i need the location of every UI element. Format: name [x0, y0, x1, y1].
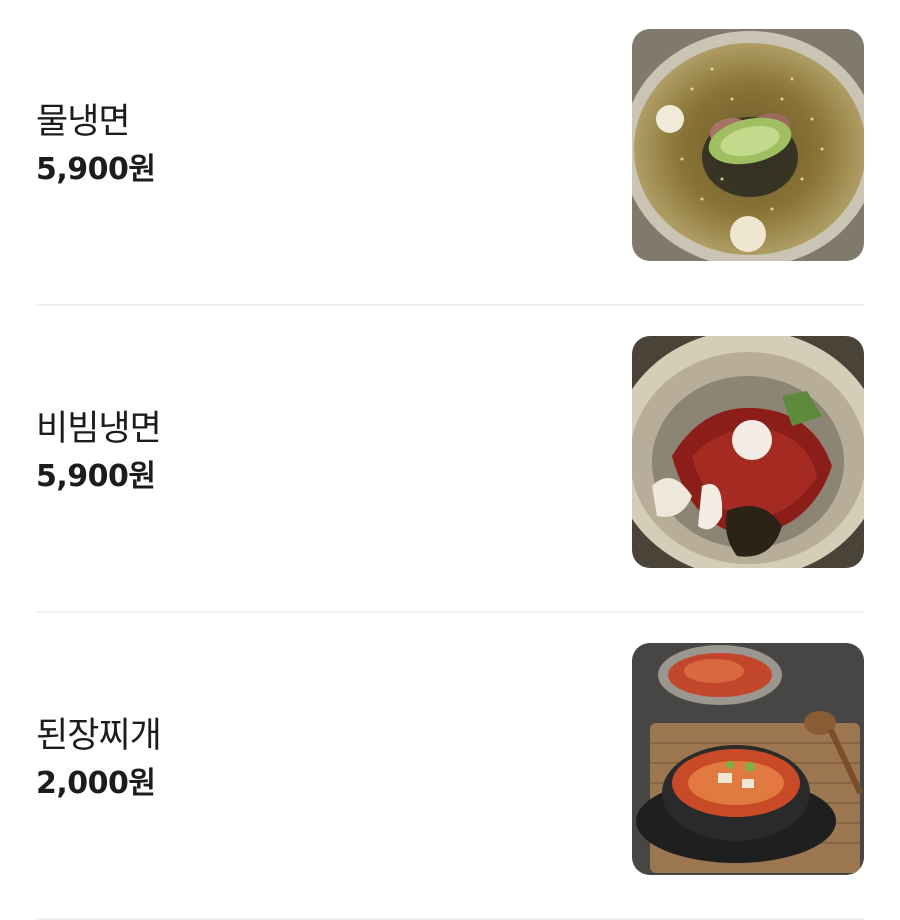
menu-item-text: 된장찌개 2,000원: [36, 614, 162, 904]
menu-item-name: 된장찌개: [36, 716, 162, 756]
doenjang-jjigae-photo[interactable]: [632, 643, 864, 875]
menu-item-text: 비빔냉면 5,900원: [36, 307, 162, 597]
menu-item-name: 비빔냉면: [36, 409, 162, 449]
menu-item-name: 물냉면: [36, 102, 131, 142]
menu-item-price: 5,900원: [36, 152, 156, 187]
menu-item-text: 물냉면 5,900원: [36, 0, 156, 290]
mul-naengmyeon-photo[interactable]: [632, 29, 864, 261]
menu-item-price: 2,000원: [36, 766, 156, 801]
divider: [36, 611, 864, 613]
bibim-naengmyeon-photo[interactable]: [632, 336, 864, 568]
divider: [36, 304, 864, 306]
menu-item-bibim-naengmyeon[interactable]: 비빔냉면 5,900원: [36, 307, 864, 613]
menu-item-price: 5,900원: [36, 459, 156, 494]
menu-item-doenjang-jjigae[interactable]: 된장찌개 2,000원: [36, 614, 864, 920]
menu-item-mul-naengmyeon[interactable]: 물냉면 5,900원: [36, 0, 864, 306]
